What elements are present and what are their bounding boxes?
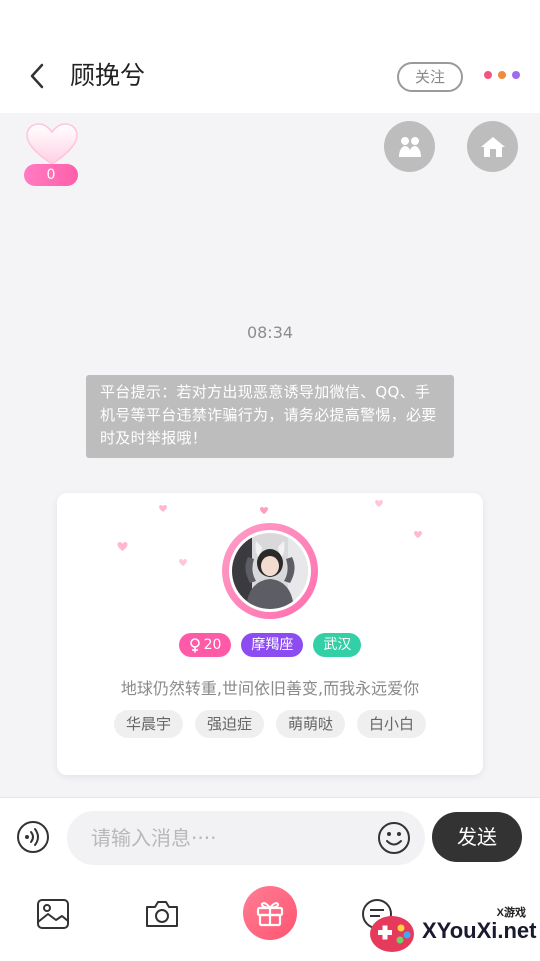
avatar-photo: [232, 533, 308, 609]
decorative-heart-icon: [375, 500, 383, 507]
decorative-heart-icon: [179, 559, 187, 566]
couple-icon: [398, 136, 421, 157]
voice-button[interactable]: [16, 820, 50, 854]
page-title: 顾挽兮: [70, 61, 146, 90]
more-dot-icon: [512, 71, 520, 79]
more-dot-icon: [484, 71, 492, 79]
site-watermark: X游戏 XYouXi.net: [368, 902, 540, 960]
profile-signature: 地球仍然转重,世间依旧善变,而我永远爱你: [120, 679, 420, 698]
gift-button[interactable]: [243, 886, 297, 940]
heart-icon: [26, 123, 78, 165]
decorative-heart-icon: [414, 531, 422, 538]
female-icon: [189, 637, 200, 652]
home-icon: [480, 136, 505, 157]
voice-icon: [17, 821, 49, 853]
camera-button[interactable]: [144, 899, 180, 929]
avatar[interactable]: [222, 523, 318, 619]
smiley-icon: [378, 822, 410, 854]
interest-tag: 华晨宇: [113, 710, 183, 738]
decorative-heart-icon: [260, 507, 268, 514]
constellation-badge: 摩羯座: [241, 633, 304, 657]
interest-tag: 强迫症: [194, 710, 264, 738]
intimacy-heart-widget[interactable]: 0: [24, 122, 80, 188]
back-button[interactable]: [22, 58, 52, 94]
send-button[interactable]: 发送: [432, 812, 522, 862]
message-input[interactable]: [67, 811, 425, 865]
gamepad-logo-icon: [370, 916, 414, 952]
profile-card[interactable]: 20 摩羯座 武汉 地球仍然转重,世间依旧善变,而我永远爱你 华晨宇 强迫症 萌…: [57, 493, 483, 775]
platform-notice: 平台提示：若对方出现恶意诱导加微信、QQ、手机号等平台违禁诈骗行为，请务必提高警…: [86, 375, 454, 458]
couple-button[interactable]: [384, 121, 435, 172]
home-button[interactable]: [467, 121, 518, 172]
watermark-main-text: XYouXi.net: [422, 918, 537, 943]
emoji-button[interactable]: [377, 821, 411, 855]
decorative-heart-icon: [159, 505, 167, 512]
interest-tag: 萌萌哒: [276, 710, 346, 738]
gift-icon: [256, 902, 284, 927]
interest-tag: 白小白: [357, 710, 427, 738]
image-button[interactable]: [36, 898, 70, 930]
more-dot-icon: [498, 71, 506, 79]
age-badge: 20: [178, 633, 232, 657]
intimacy-count: 0: [24, 164, 78, 186]
age-value: 20: [203, 637, 222, 653]
decorative-heart-icon: [117, 542, 128, 551]
camera-icon: [146, 901, 178, 927]
city-badge: 武汉: [313, 633, 362, 657]
message-timestamp: 08:34: [246, 323, 294, 342]
interest-tags: 华晨宇 强迫症 萌萌哒 白小白: [57, 710, 483, 738]
image-icon: [37, 899, 69, 929]
profile-info-row: 20 摩羯座 武汉: [57, 633, 483, 657]
follow-button[interactable]: 关注: [397, 62, 463, 92]
chevron-left-icon: [30, 63, 44, 89]
more-button[interactable]: [484, 68, 520, 82]
top-bar: 顾挽兮 关注: [0, 0, 540, 113]
